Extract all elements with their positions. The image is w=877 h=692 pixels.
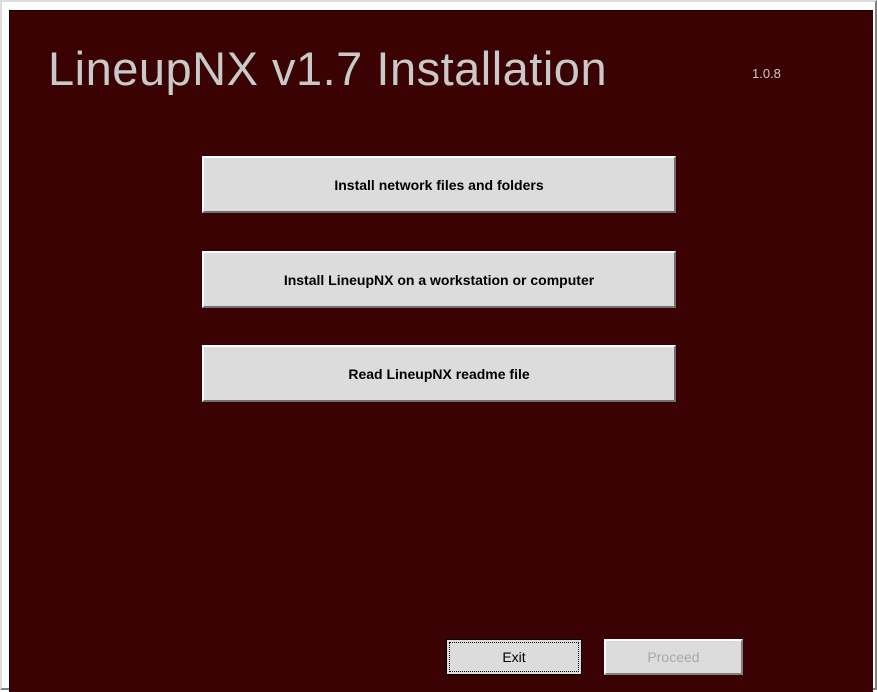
exit-button-label: Exit bbox=[449, 642, 579, 672]
install-workstation-button[interactable]: Install LineupNX on a workstation or com… bbox=[202, 251, 676, 308]
version-label: 1.0.8 bbox=[752, 66, 781, 81]
installer-title: LineupNX v1.7 Installation bbox=[48, 42, 608, 95]
install-network-button[interactable]: Install network files and folders bbox=[202, 156, 676, 213]
read-readme-button[interactable]: Read LineupNX readme file bbox=[202, 345, 676, 402]
proceed-button[interactable]: Proceed bbox=[604, 639, 743, 675]
exit-button[interactable]: Exit bbox=[446, 639, 582, 675]
installer-window: LineupNX v1.7 Installation 1.0.8 Install… bbox=[0, 0, 877, 692]
installer-panel: LineupNX v1.7 Installation 1.0.8 Install… bbox=[9, 10, 873, 692]
